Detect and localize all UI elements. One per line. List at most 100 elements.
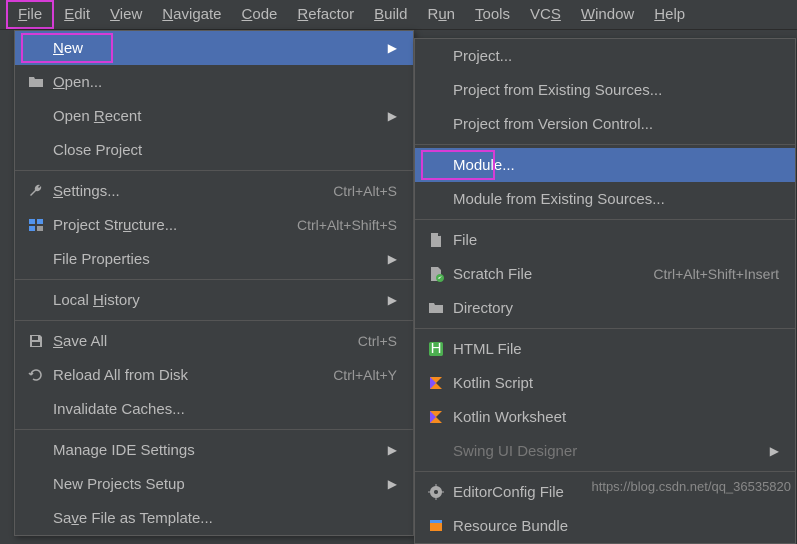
separator [415,144,795,145]
wrench-icon [25,182,47,200]
file-menu: New▶Open...Open Recent▶Close ProjectSett… [14,30,414,536]
menu-file[interactable]: File [6,0,54,29]
blank-icon [425,115,447,133]
menu-item-label: Directory [453,300,779,317]
new-menu-module-from-existing-sources[interactable]: Module from Existing Sources... [415,182,795,216]
menu-item-label: Project... [453,48,779,65]
editorconfig-icon [425,483,447,501]
file-menu-settings[interactable]: Settings...Ctrl+Alt+S [15,174,413,208]
menu-item-label: New [53,40,388,57]
blank-icon [25,509,47,527]
chevron-right-icon: ▶ [388,41,397,55]
new-menu-swing-ui-designer[interactable]: Swing UI Designer▶ [415,434,795,468]
menu-window[interactable]: Window [571,2,644,27]
blank-icon [25,441,47,459]
new-menu-module[interactable]: Module... [415,148,795,182]
bundle-icon [425,517,447,535]
new-menu-project[interactable]: Project... [415,39,795,73]
menu-item-label: Save File as Template... [53,510,397,527]
file-menu-manage-ide-settings[interactable]: Manage IDE Settings▶ [15,433,413,467]
menu-item-label: New Projects Setup [53,476,388,493]
blank-icon [25,107,47,125]
folder-icon [25,73,47,91]
chevron-right-icon: ▶ [388,293,397,307]
menu-item-label: Module from Existing Sources... [453,191,779,208]
menu-view[interactable]: View [100,2,152,27]
menu-item-label: Project from Version Control... [453,116,779,133]
new-menu-kotlin-worksheet[interactable]: Kotlin Worksheet [415,400,795,434]
new-menu-project-from-existing-sources[interactable]: Project from Existing Sources... [415,73,795,107]
file-menu-close-project[interactable]: Close Project [15,133,413,167]
menu-item-label: HTML File [453,341,779,358]
menu-item-label: File [453,232,779,249]
menu-item-label: Manage IDE Settings [53,442,388,459]
file-menu-new[interactable]: New▶ [15,31,413,65]
menu-item-label: Resource Bundle [453,518,779,535]
separator [15,279,413,280]
structure-icon [25,216,47,234]
new-menu-directory[interactable]: Directory [415,291,795,325]
menu-tools[interactable]: Tools [465,2,520,27]
blank-icon [425,156,447,174]
reload-icon [25,366,47,384]
menu-refactor[interactable]: Refactor [287,2,364,27]
menubar: FileEditViewNavigateCodeRefactorBuildRun… [0,0,797,30]
menu-build[interactable]: Build [364,2,417,27]
file-menu-local-history[interactable]: Local History▶ [15,283,413,317]
new-submenu: Project... Project from Existing Sources.… [414,38,796,544]
menu-item-label: Kotlin Worksheet [453,409,779,426]
menu-item-label: Invalidate Caches... [53,401,397,418]
menu-run[interactable]: Run [417,2,465,27]
scratch-icon [425,265,447,283]
menu-item-label: Reload All from Disk [53,367,333,384]
menu-item-label: Local History [53,292,388,309]
new-menu-scratch-file[interactable]: Scratch FileCtrl+Alt+Shift+Insert [415,257,795,291]
shortcut: Ctrl+Alt+Shift+Insert [653,266,779,282]
shortcut: Ctrl+Alt+Shift+S [297,217,397,233]
blank-icon [25,291,47,309]
chevron-right-icon: ▶ [388,477,397,491]
file-menu-reload-all-from-disk[interactable]: Reload All from DiskCtrl+Alt+Y [15,358,413,392]
dir-icon [425,299,447,317]
blank-icon [425,442,447,460]
shortcut: Ctrl+Alt+S [333,183,397,199]
file-menu-open[interactable]: Open... [15,65,413,99]
file-menu-save-all[interactable]: Save AllCtrl+S [15,324,413,358]
shortcut: Ctrl+Alt+Y [333,367,397,383]
file-menu-save-file-as-template[interactable]: Save File as Template... [15,501,413,535]
menu-item-label: Save All [53,333,358,350]
menu-item-label: Swing UI Designer [453,443,770,460]
blank-icon [425,81,447,99]
menu-item-label: Scratch File [453,266,653,283]
file-menu-new-projects-setup[interactable]: New Projects Setup▶ [15,467,413,501]
menu-item-label: Project Structure... [53,217,297,234]
new-menu-file[interactable]: File [415,223,795,257]
new-menu-kotlin-script[interactable]: Kotlin Script [415,366,795,400]
separator [15,320,413,321]
new-menu-html-file[interactable]: HHTML File [415,332,795,366]
file-menu-file-properties[interactable]: File Properties▶ [15,242,413,276]
menu-item-label: Project from Existing Sources... [453,82,779,99]
menu-code[interactable]: Code [232,2,288,27]
separator [415,328,795,329]
menu-item-label: Settings... [53,183,333,200]
new-menu-project-from-version-control[interactable]: Project from Version Control... [415,107,795,141]
menu-vcs[interactable]: VCS [520,2,571,27]
chevron-right-icon: ▶ [770,444,779,458]
menu-navigate[interactable]: Navigate [152,2,231,27]
kotlin-icon [425,408,447,426]
separator [415,471,795,472]
new-menu-resource-bundle[interactable]: Resource Bundle [415,509,795,543]
menu-edit[interactable]: Edit [54,2,100,27]
file-menu-project-structure[interactable]: Project Structure...Ctrl+Alt+Shift+S [15,208,413,242]
blank-icon [25,39,47,57]
file-menu-open-recent[interactable]: Open Recent▶ [15,99,413,133]
menu-item-label: File Properties [53,251,388,268]
menu-help[interactable]: Help [644,2,695,27]
shortcut: Ctrl+S [358,333,397,349]
save-icon [25,332,47,350]
kotlin-icon [425,374,447,392]
separator [15,429,413,430]
menu-item-label: Module... [453,157,779,174]
file-menu-invalidate-caches[interactable]: Invalidate Caches... [15,392,413,426]
